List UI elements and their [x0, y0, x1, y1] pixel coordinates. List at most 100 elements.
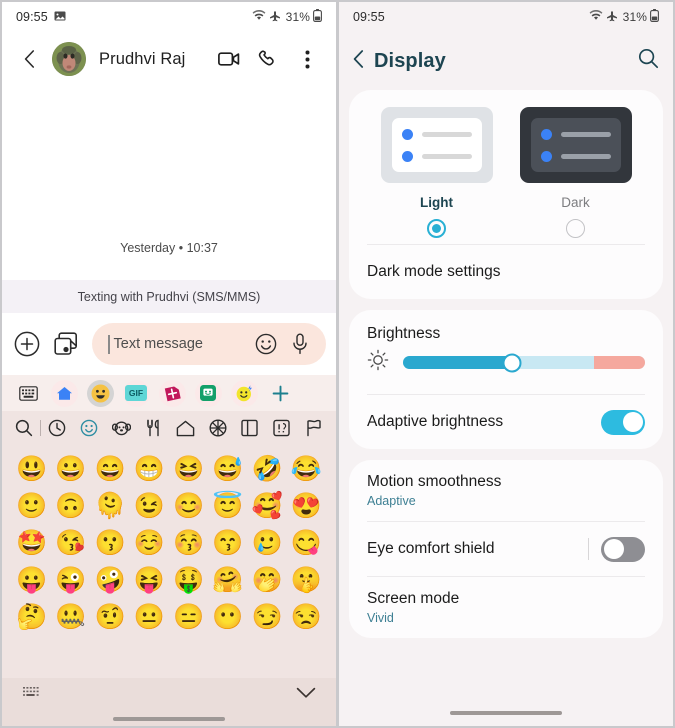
- adaptive-brightness-toggle[interactable]: [601, 409, 645, 435]
- chevron-down-icon[interactable]: [296, 686, 316, 704]
- message-input[interactable]: Text message: [92, 323, 326, 365]
- emoji-cell[interactable]: 🤩: [16, 531, 47, 556]
- emoji-cell[interactable]: 😁: [134, 457, 165, 482]
- emoji-cell[interactable]: 😆: [173, 457, 204, 482]
- dark-theme-thumbnail: [519, 107, 632, 183]
- emoji-cell[interactable]: 😜: [55, 568, 86, 593]
- emoji-cell[interactable]: 😚: [173, 531, 204, 556]
- objects-icon[interactable]: [234, 411, 266, 445]
- row-eye-comfort-shield[interactable]: Eye comfort shield: [367, 522, 645, 576]
- keyboard-toolbar: GIF: [2, 375, 336, 411]
- animals-icon[interactable]: [105, 411, 137, 445]
- home-icon[interactable]: [46, 375, 82, 411]
- emoji-cell[interactable]: 😘: [55, 531, 86, 556]
- search-icon[interactable]: [638, 48, 659, 74]
- add-icon[interactable]: [262, 375, 298, 411]
- emoji-cell[interactable]: 😏: [252, 605, 283, 630]
- flags-icon[interactable]: [298, 411, 330, 445]
- emoji-cell[interactable]: 😅: [212, 457, 243, 482]
- dark-theme-radio[interactable]: [566, 219, 585, 238]
- row-text-group: Screen mode Vivid: [367, 590, 459, 625]
- recent-icon[interactable]: [41, 411, 73, 445]
- emoji-cell[interactable]: 😝: [134, 568, 165, 593]
- emoji-cell[interactable]: 😒: [291, 605, 322, 630]
- light-theme-radio[interactable]: [427, 219, 446, 238]
- emoji-search-icon[interactable]: [8, 411, 40, 445]
- emoji-cell[interactable]: 🥲: [252, 531, 283, 556]
- emoji-cell[interactable]: 😛: [16, 568, 47, 593]
- display-settings-screen: 09:55 31% Display Light Dark Dark mode s…: [339, 2, 673, 726]
- row-screen-mode[interactable]: Screen mode Vivid: [367, 577, 645, 638]
- sticker-icon[interactable]: [154, 375, 190, 411]
- food-icon[interactable]: [137, 411, 169, 445]
- emoji-cell[interactable]: 😃: [16, 457, 47, 482]
- slider-knob[interactable]: [502, 353, 522, 372]
- emoji-cell[interactable]: ☺️: [134, 531, 165, 556]
- video-call-icon[interactable]: [212, 42, 246, 76]
- travel-icon[interactable]: [169, 411, 201, 445]
- brightness-slider[interactable]: [403, 353, 645, 372]
- emoji-icon[interactable]: [82, 375, 118, 411]
- emoji-cell[interactable]: 😋: [291, 531, 322, 556]
- emoji-cell[interactable]: 🤔: [16, 605, 47, 630]
- thumb-dot: [401, 150, 413, 162]
- row-value: Vivid: [367, 611, 394, 625]
- emoji-cell[interactable]: 😄: [95, 457, 126, 482]
- emoji-cell[interactable]: 🫠: [95, 494, 126, 519]
- emoji-cell[interactable]: 🤭: [252, 568, 283, 593]
- theme-option-dark[interactable]: Dark: [506, 107, 645, 238]
- emoji-face-icon[interactable]: [254, 332, 278, 356]
- light-theme-thumbnail: [380, 107, 493, 183]
- row-motion-smoothness[interactable]: Motion smoothness Adaptive: [367, 460, 645, 521]
- gesture-bar-right[interactable]: [339, 700, 673, 726]
- activities-icon[interactable]: [202, 411, 234, 445]
- voice-call-icon[interactable]: [251, 42, 285, 76]
- emoji-cell[interactable]: 😂: [291, 457, 322, 482]
- row-dark-mode-settings[interactable]: Dark mode settings: [367, 245, 645, 299]
- emoji-cell[interactable]: 😊: [173, 494, 204, 519]
- gif-icon[interactable]: GIF: [118, 375, 154, 411]
- symbols-icon[interactable]: [266, 411, 298, 445]
- battery-percent: 31%: [622, 10, 647, 24]
- emoji-cell[interactable]: 😗: [95, 531, 126, 556]
- emoji-cell[interactable]: 🤨: [95, 605, 126, 630]
- ai-emoji-icon[interactable]: [226, 375, 262, 411]
- emoji-cell[interactable]: 🤗: [212, 568, 243, 593]
- emoji-cell[interactable]: 🤐: [55, 605, 86, 630]
- toggle-divider: [588, 538, 589, 560]
- emoji-cell[interactable]: 😍: [291, 494, 322, 519]
- status-bar-left: 09:55 31%: [2, 2, 336, 32]
- avatar[interactable]: [52, 42, 86, 76]
- emoji-cell[interactable]: 😀: [55, 457, 86, 482]
- overflow-menu-icon[interactable]: [290, 42, 324, 76]
- emoji-cell[interactable]: 😑: [173, 605, 204, 630]
- back-button[interactable]: [353, 49, 364, 73]
- day-separator: Yesterday • 10:37: [120, 241, 218, 255]
- airplane-icon: [606, 10, 618, 25]
- emoji-cell[interactable]: 🤪: [95, 568, 126, 593]
- emoji-cell[interactable]: 🙂: [16, 494, 47, 519]
- emoji-grid[interactable]: 😃 😀 😄 😁 😆 😅 🤣 😂 🙂 🙃 🫠 😉 😊 😇 🥰 😍 🤩 😘 😗 ☺️…: [2, 445, 336, 678]
- bitmoji-icon[interactable]: [190, 375, 226, 411]
- keyboard-icon[interactable]: [10, 375, 46, 411]
- row-adaptive-brightness[interactable]: Adaptive brightness: [367, 395, 645, 449]
- emoji-cell[interactable]: 🤫: [291, 568, 322, 593]
- keyboard-layout-icon[interactable]: [22, 686, 41, 704]
- emoji-cell[interactable]: 😉: [134, 494, 165, 519]
- emoji-cell[interactable]: 🤣: [252, 457, 283, 482]
- emoji-cell[interactable]: 😇: [212, 494, 243, 519]
- gesture-bar-left[interactable]: [2, 712, 336, 726]
- theme-option-light[interactable]: Light: [367, 107, 506, 238]
- smileys-icon[interactable]: [73, 411, 105, 445]
- back-button[interactable]: [14, 44, 44, 74]
- emoji-cell[interactable]: 🥰: [252, 494, 283, 519]
- emoji-cell[interactable]: 😶: [212, 605, 243, 630]
- plus-circle-icon[interactable]: [12, 329, 42, 359]
- microphone-icon[interactable]: [288, 332, 312, 356]
- emoji-cell[interactable]: 😐: [134, 605, 165, 630]
- eye-comfort-shield-toggle[interactable]: [601, 536, 645, 562]
- gallery-icon[interactable]: [52, 329, 82, 359]
- emoji-cell[interactable]: 🙃: [55, 494, 86, 519]
- emoji-cell[interactable]: 🤑: [173, 568, 204, 593]
- emoji-cell[interactable]: 😙: [212, 531, 243, 556]
